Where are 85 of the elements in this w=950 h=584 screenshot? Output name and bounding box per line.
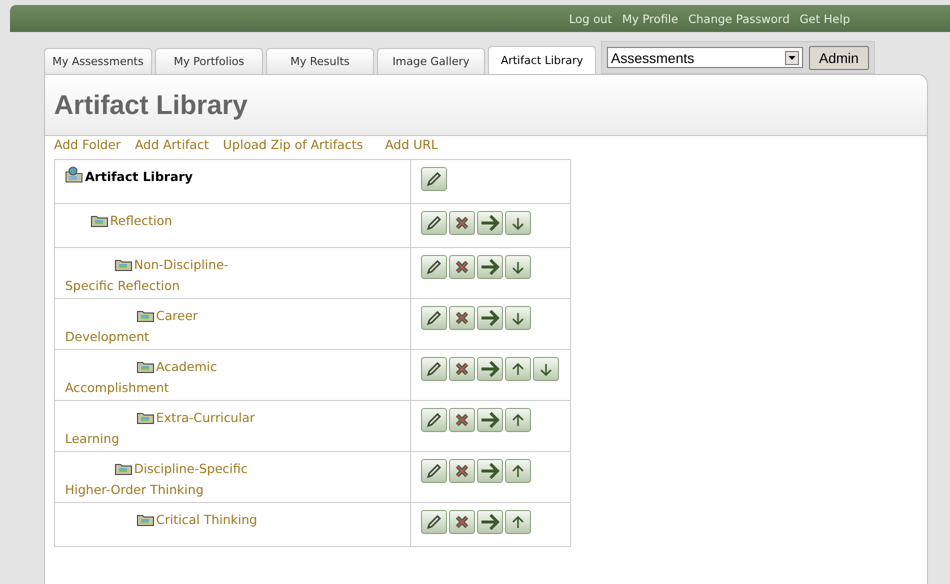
- edit-button[interactable]: [421, 357, 447, 381]
- pencil-icon: [427, 362, 441, 376]
- delete-button[interactable]: [449, 255, 475, 279]
- right-arrow-icon: [480, 463, 500, 479]
- edit-button[interactable]: [421, 255, 447, 279]
- folder-icon: [137, 309, 154, 322]
- action-link[interactable]: Add URL: [385, 137, 438, 157]
- right-arrow-icon: [480, 514, 500, 530]
- move-down-button[interactable]: [505, 255, 531, 279]
- header-link[interactable]: My Profile: [622, 12, 678, 26]
- move-button[interactable]: [477, 510, 503, 534]
- tab[interactable]: My Portfolios: [155, 48, 263, 74]
- folder-icon: [137, 360, 154, 373]
- move-button[interactable]: [477, 255, 503, 279]
- cross-icon: [456, 217, 468, 229]
- edit-button[interactable]: [421, 306, 447, 330]
- right-arrow-icon: [480, 215, 500, 231]
- pencil-icon: [427, 413, 441, 427]
- tab[interactable]: My Assessments: [44, 48, 152, 74]
- delete-button[interactable]: [449, 459, 475, 483]
- cross-icon: [456, 261, 468, 273]
- cross-icon: [456, 312, 468, 324]
- delete-button[interactable]: [449, 357, 475, 381]
- right-arrow-icon: [480, 412, 500, 428]
- move-down-button[interactable]: [505, 306, 531, 330]
- up-arrow-icon: [512, 414, 524, 426]
- cross-icon: [456, 414, 468, 426]
- edit-button[interactable]: [421, 211, 447, 235]
- move-button[interactable]: [477, 357, 503, 381]
- folder-icon: [115, 462, 132, 475]
- up-arrow-icon: [512, 362, 524, 376]
- move-up-button[interactable]: [505, 357, 531, 381]
- action-link[interactable]: Upload Zip of Artifacts: [222, 137, 364, 157]
- move-up-button[interactable]: [505, 408, 531, 432]
- delete-button[interactable]: [449, 211, 475, 235]
- pencil-icon: [427, 515, 441, 529]
- move-up-button[interactable]: [505, 510, 531, 534]
- pencil-icon: [427, 464, 441, 478]
- cross-icon: [456, 465, 468, 477]
- move-button[interactable]: [477, 459, 503, 483]
- pencil-icon: [427, 311, 441, 325]
- up-arrow-icon: [512, 464, 524, 478]
- edit-button[interactable]: [421, 459, 447, 483]
- folder-icon: [137, 411, 154, 424]
- down-arrow-icon: [512, 216, 524, 230]
- right-arrow-icon: [480, 310, 500, 326]
- tab[interactable]: My Results: [266, 48, 374, 74]
- page-title: Artifact Library: [54, 90, 248, 120]
- down-arrow-icon: [512, 312, 524, 324]
- library-name: Artifact Library: [85, 169, 193, 184]
- cross-icon: [456, 516, 468, 528]
- admin-button[interactable]: Admin: [809, 46, 869, 70]
- tab[interactable]: Image Gallery: [377, 48, 485, 74]
- header-link[interactable]: Log out: [569, 12, 612, 26]
- tab[interactable]: Artifact Library: [488, 46, 596, 74]
- pencil-icon: [427, 260, 441, 274]
- delete-button[interactable]: [449, 408, 475, 432]
- move-down-button[interactable]: [533, 357, 559, 381]
- right-arrow-icon: [480, 361, 500, 377]
- move-up-button[interactable]: [505, 459, 531, 483]
- pencil-icon: [427, 172, 441, 186]
- move-button[interactable]: [477, 408, 503, 432]
- down-arrow-icon: [540, 362, 552, 376]
- folder-icon: [115, 258, 132, 271]
- assessment-dropdown[interactable]: Assessments: [607, 47, 803, 68]
- move-button[interactable]: [477, 211, 503, 235]
- header-link[interactable]: Change Password: [688, 12, 790, 26]
- header-link[interactable]: Get Help: [800, 12, 850, 26]
- edit-button[interactable]: [421, 510, 447, 534]
- cross-icon: [456, 363, 468, 375]
- edit-button[interactable]: [421, 408, 447, 432]
- delete-button[interactable]: [449, 306, 475, 330]
- pencil-icon: [427, 216, 441, 230]
- down-arrow-icon: [512, 260, 524, 274]
- move-down-button[interactable]: [505, 211, 531, 235]
- action-link[interactable]: Add Artifact: [134, 137, 209, 157]
- delete-button[interactable]: [449, 510, 475, 534]
- move-button[interactable]: [477, 306, 503, 330]
- right-arrow-icon: [480, 259, 500, 275]
- edit-button[interactable]: [421, 167, 447, 191]
- library-icon: [65, 166, 83, 183]
- action-link[interactable]: Add Folder: [54, 137, 121, 157]
- folder-icon: [91, 214, 108, 227]
- folder-icon: [137, 513, 154, 526]
- up-arrow-icon: [512, 516, 524, 528]
